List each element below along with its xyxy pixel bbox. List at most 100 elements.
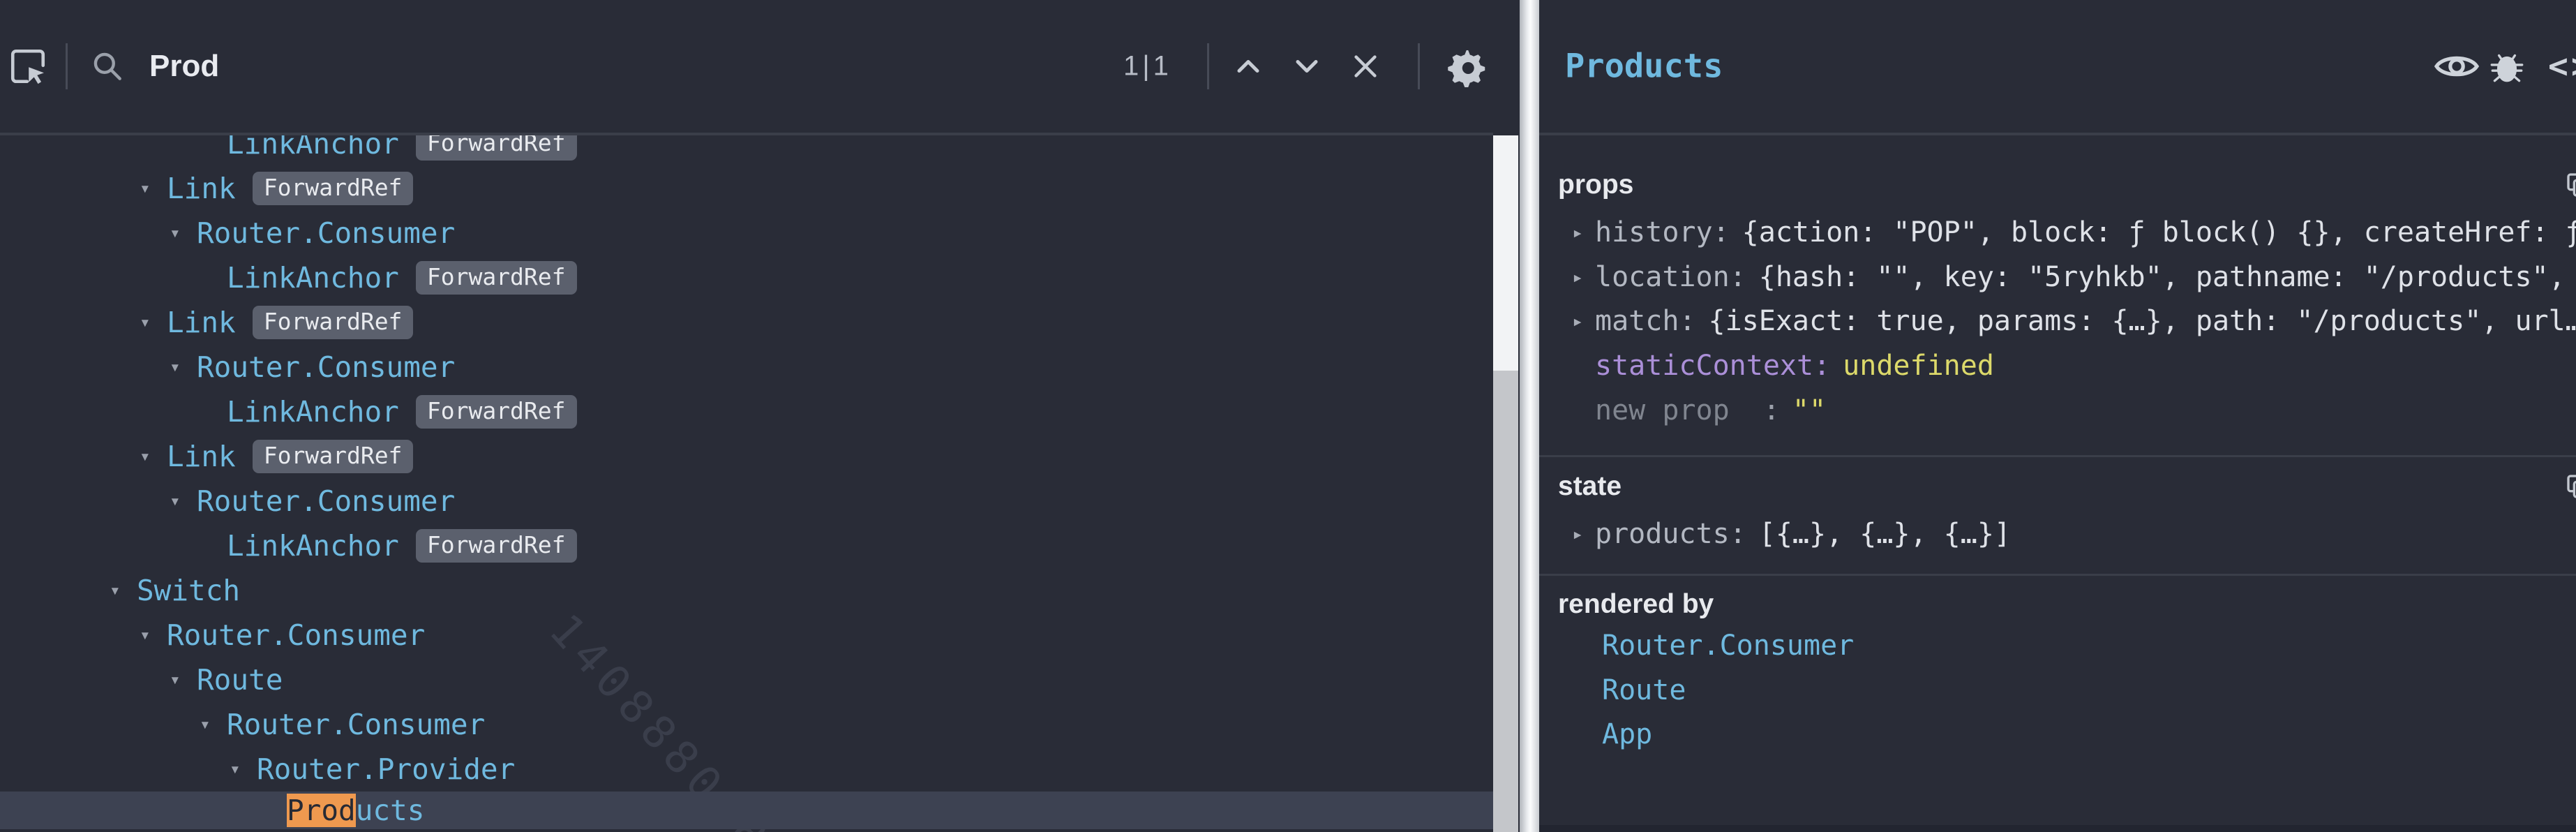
- expand-arrow-icon[interactable]: ▸: [1572, 223, 1595, 242]
- expand-arrow-icon[interactable]: ▸: [1572, 268, 1595, 287]
- rendered-by-link-router-consumer[interactable]: Router.Consumer: [1602, 623, 1854, 668]
- scrollbar-thumb[interactable]: [1493, 371, 1518, 832]
- prop-value[interactable]: "": [1792, 394, 1826, 426]
- bug-icon[interactable]: [2489, 46, 2524, 87]
- prop-key: location:: [1595, 261, 1746, 293]
- copy-icon[interactable]: [2565, 473, 2576, 500]
- kv-row-staticContext: staticContext:undefined: [1539, 343, 2576, 388]
- expand-arrow-icon[interactable]: ▸: [1572, 525, 1595, 544]
- settings-gear-icon[interactable]: [1441, 45, 1493, 87]
- forwardref-badge: ForwardRef: [416, 135, 577, 161]
- section-divider: [1539, 455, 2576, 457]
- tree-row-linkanchor[interactable]: LinkAnchor ForwardRef: [0, 255, 1493, 300]
- forwardref-badge: ForwardRef: [253, 172, 414, 205]
- search-result-count: 1|1: [1123, 51, 1172, 82]
- forwardref-badge: ForwardRef: [253, 440, 414, 473]
- expand-collapse-icon[interactable]: ▾: [140, 313, 167, 332]
- copy-icon[interactable]: [2565, 171, 2576, 199]
- component-name: LinkAnchor: [227, 261, 399, 295]
- rendered-by-link-route[interactable]: Route: [1602, 668, 1686, 713]
- props-section-label: props: [1558, 163, 1633, 207]
- component-name: Link: [167, 306, 236, 339]
- prop-value[interactable]: undefined: [1843, 350, 1994, 382]
- components-tree-panel: 1|1 1408880486 LinkAnchorForwardRef▾Link…: [0, 0, 1493, 832]
- tree-row-link[interactable]: ▾Link ForwardRef: [0, 300, 1493, 345]
- expand-collapse-icon[interactable]: ▾: [140, 626, 167, 644]
- expand-collapse-icon[interactable]: ▾: [170, 492, 197, 510]
- tree-row-router-consumer[interactable]: ▾Router.Consumer: [0, 613, 1493, 658]
- react-devtools-components-panel: { "toolbar": { "search_value": "Prod", "…: [0, 0, 2576, 832]
- panel-resize-divider[interactable]: [1520, 0, 1539, 832]
- previous-match-icon[interactable]: [1227, 48, 1270, 84]
- tree-row-linkanchor[interactable]: LinkAnchor ForwardRef: [0, 523, 1493, 568]
- expand-collapse-icon[interactable]: ▾: [140, 179, 167, 198]
- tree-row-router-provider[interactable]: ▾Router.Provider: [0, 747, 1493, 792]
- tree-row-router-consumer[interactable]: ▾Router.Consumer: [0, 211, 1493, 255]
- expand-arrow-icon[interactable]: ▸: [1572, 312, 1595, 331]
- tree-toolbar: 1|1: [0, 0, 1493, 135]
- toolbar-separator: [1418, 43, 1420, 89]
- inspected-element-header: Products <>: [1539, 0, 2576, 135]
- tree-row-link[interactable]: ▾Link ForwardRef: [0, 166, 1493, 211]
- forwardref-badge: ForwardRef: [416, 395, 577, 429]
- tree-row-route[interactable]: ▾Route: [0, 658, 1493, 702]
- forwardref-badge: ForwardRef: [416, 261, 577, 295]
- tree-row-link[interactable]: ▾Link ForwardRef: [0, 434, 1493, 479]
- expand-collapse-icon[interactable]: ▾: [170, 358, 197, 376]
- component-name: Router.Provider: [257, 752, 515, 786]
- eye-icon[interactable]: [2434, 51, 2479, 82]
- component-name: LinkAnchor: [227, 135, 399, 161]
- tree-row-linkanchor[interactable]: LinkAnchor ForwardRef: [0, 135, 1493, 166]
- toolbar-separator: [66, 43, 68, 89]
- component-tree: 1408880486 LinkAnchorForwardRef▾LinkForw…: [0, 135, 1493, 832]
- expand-collapse-icon[interactable]: ▾: [200, 715, 227, 734]
- component-name: Router.Consumer: [197, 484, 455, 518]
- tree-row-router-consumer[interactable]: ▾Router.Consumer: [0, 702, 1493, 747]
- component-name: Router.Consumer: [167, 618, 425, 652]
- tree-row-products[interactable]: Products: [0, 792, 1493, 829]
- expand-collapse-icon[interactable]: ▾: [110, 581, 137, 600]
- tree-row-linkanchor[interactable]: LinkAnchor ForwardRef: [0, 389, 1493, 434]
- component-name: Products: [287, 794, 425, 827]
- component-name: Link: [167, 172, 236, 205]
- view-source-icon[interactable]: <>: [2548, 47, 2576, 86]
- expand-collapse-icon[interactable]: ▾: [170, 671, 197, 689]
- kv-row-location: ▸location: {hash: "", key: "5ryhkb", path…: [1539, 255, 2576, 299]
- inspected-element-panel: Products <> props ▸history:{action: "POP…: [1539, 0, 2576, 832]
- rendered-by-link-app[interactable]: App: [1602, 712, 1652, 757]
- prop-value[interactable]: {action: "POP", block: ƒ block() {}, cre…: [1742, 216, 2576, 248]
- inspect-element-icon[interactable]: [6, 46, 50, 87]
- clear-search-icon[interactable]: [1344, 50, 1387, 82]
- forwardref-badge: ForwardRef: [416, 529, 577, 563]
- tree-row-router-consumer[interactable]: ▾Router.Consumer: [0, 345, 1493, 389]
- search-match-highlight: Prod: [287, 794, 356, 827]
- kv-row-match: ▸match: {isExact: true, params: {…}, path…: [1539, 299, 2576, 343]
- next-match-icon[interactable]: [1285, 48, 1328, 84]
- inspected-component-title: Products: [1565, 47, 1723, 86]
- prop-colon: :: [1730, 394, 1780, 426]
- tree-row-router-consumer[interactable]: ▾Router.Consumer: [0, 479, 1493, 523]
- section-divider: [1539, 574, 2576, 576]
- state-section-label: state: [1558, 464, 1622, 509]
- prop-key: match:: [1595, 305, 1696, 337]
- tree-vertical-scrollbar[interactable]: [1493, 135, 1518, 832]
- expand-collapse-icon[interactable]: ▾: [140, 447, 167, 466]
- forwardref-badge: ForwardRef: [253, 306, 414, 339]
- kv-row-new-prop: new prop : "": [1539, 388, 2576, 433]
- tree-row-switch[interactable]: ▾Switch: [0, 568, 1493, 613]
- prop-value[interactable]: {hash: "", key: "5ryhkb", pathname: "/pr…: [1759, 261, 2576, 293]
- kv-row-history: ▸history: {action: "POP", block: ƒ block(…: [1539, 210, 2576, 255]
- component-name: LinkAnchor: [227, 529, 399, 563]
- prop-value[interactable]: {isExact: true, params: {…}, path: "/pro…: [1709, 305, 2576, 337]
- prop-key: history:: [1595, 216, 1730, 248]
- expand-collapse-icon[interactable]: ▾: [170, 224, 197, 242]
- component-name: Link: [167, 440, 236, 473]
- component-name: LinkAnchor: [227, 395, 399, 429]
- component-name: Switch: [137, 574, 240, 607]
- component-name: Router.Consumer: [197, 350, 455, 384]
- prop-value[interactable]: [{…}, {…}, {…}]: [1759, 518, 2011, 550]
- prop-key: products:: [1595, 518, 1746, 550]
- prop-key[interactable]: new prop: [1595, 394, 1730, 426]
- expand-collapse-icon[interactable]: ▾: [230, 760, 257, 778]
- search-input[interactable]: [148, 48, 1100, 84]
